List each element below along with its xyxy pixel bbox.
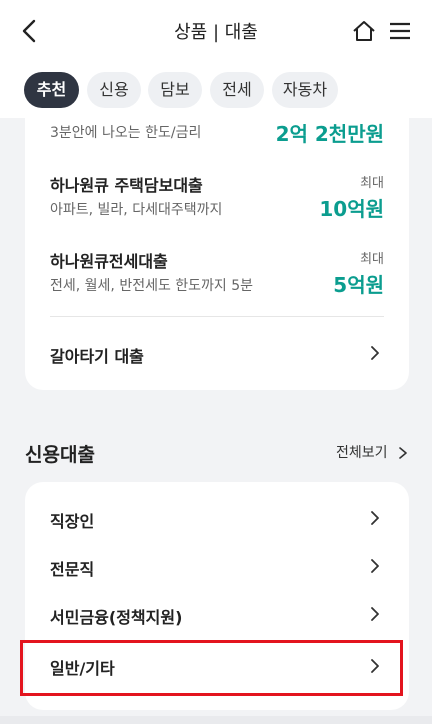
tab-recommend[interactable]: 추천 — [24, 72, 79, 108]
loan-amount: 10억원 — [319, 197, 384, 221]
chevron-right-icon — [371, 559, 379, 573]
credit-item-general[interactable]: 일반/기타 — [25, 640, 409, 692]
app-header: 상품 | 대출 — [0, 0, 432, 62]
home-button[interactable] — [351, 18, 377, 44]
loan-max-label: 최대 — [360, 176, 384, 191]
credit-loan-card: 직장인 전문직 서민금융(정책지원) 일반/기타 — [25, 482, 409, 710]
hamburger-menu-icon — [390, 22, 410, 40]
row-label: 갈아타기 대출 — [50, 347, 144, 366]
credit-item-professional[interactable]: 전문직 — [25, 542, 409, 590]
tab-jeonse[interactable]: 전세 — [210, 72, 264, 108]
loan-desc: 전세, 월세, 반전세도 한도까지 5분 — [50, 278, 254, 294]
chevron-right-icon — [399, 447, 407, 459]
tab-credit[interactable]: 신용 — [87, 72, 141, 108]
loan-item-mortgage[interactable]: 하나원큐 주택담보대출 아파트, 빌라, 다세대주택까지 최대 10억원 — [25, 162, 409, 222]
divider — [50, 316, 384, 317]
loan-amount: 5억원 — [333, 273, 384, 297]
loan-amount: 2억 2천만원 — [275, 122, 384, 146]
home-icon — [353, 21, 375, 41]
recommend-card: 3분안에 나오는 한도/금리 2억 2천만원 하나원큐 주택담보대출 아파트, … — [25, 110, 409, 390]
chevron-right-icon — [371, 659, 379, 673]
section-title: 신용대출 — [25, 444, 95, 466]
tab-collateral[interactable]: 담보 — [148, 72, 202, 108]
loan-desc: 아파트, 빌라, 다세대주택까지 — [50, 202, 223, 218]
loan-name: 하나원큐 주택담보대출 — [50, 176, 203, 195]
credit-item-policy[interactable]: 서민금융(정책지원) — [25, 590, 409, 638]
chevron-right-icon — [371, 346, 379, 360]
row-label: 직장인 — [50, 512, 95, 531]
credit-item-employee[interactable]: 직장인 — [25, 494, 409, 542]
refinance-loan-row[interactable]: 갈아타기 대출 — [25, 330, 409, 376]
row-label: 서민금융(정책지원) — [50, 608, 183, 627]
tab-auto[interactable]: 자동차 — [272, 72, 338, 108]
loan-name: 하나원큐전세대출 — [50, 252, 168, 271]
loan-desc: 3분안에 나오는 한도/금리 — [50, 125, 202, 141]
bottom-edge — [0, 716, 432, 724]
view-all-label: 전체보기 — [336, 445, 388, 461]
loan-item-jeonse[interactable]: 하나원큐전세대출 전세, 월세, 반전세도 한도까지 5분 최대 5억원 — [25, 238, 409, 298]
chevron-right-icon — [371, 511, 379, 525]
row-label: 전문직 — [50, 560, 95, 579]
partial-loan-item[interactable]: 3분안에 나오는 한도/금리 2억 2천만원 — [25, 110, 409, 150]
loan-max-label: 최대 — [360, 252, 384, 267]
view-all-link[interactable]: 전체보기 — [336, 442, 408, 462]
chevron-right-icon — [371, 607, 379, 621]
row-label: 일반/기타 — [50, 659, 115, 678]
menu-button[interactable] — [387, 18, 413, 44]
